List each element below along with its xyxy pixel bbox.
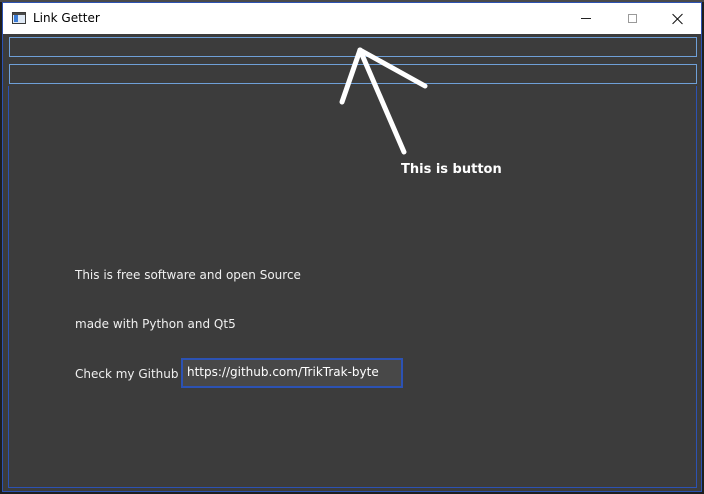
free-software-label: This is free software and open Source bbox=[75, 268, 301, 282]
maximize-button[interactable] bbox=[609, 3, 655, 34]
made-with-label: made with Python and Qt5 bbox=[75, 317, 236, 331]
url-input[interactable] bbox=[9, 37, 697, 57]
annotation-label: This is button bbox=[401, 162, 502, 177]
maximize-icon bbox=[627, 14, 637, 23]
window-title: Link Getter bbox=[33, 11, 100, 25]
minimize-button[interactable] bbox=[563, 3, 609, 34]
close-icon bbox=[672, 13, 684, 25]
window-content: This is free software and open Source ma… bbox=[3, 34, 701, 491]
minimize-icon bbox=[581, 18, 591, 19]
app-window-icon bbox=[12, 12, 26, 24]
github-label: Check my Github : bbox=[75, 367, 187, 381]
github-link-field[interactable]: https://github.com/TrikTrak-byte bbox=[181, 358, 403, 388]
result-input[interactable] bbox=[9, 64, 697, 84]
close-button[interactable] bbox=[655, 3, 701, 34]
info-group-box: This is free software and open Source ma… bbox=[8, 86, 697, 488]
title-bar[interactable]: Link Getter bbox=[3, 3, 701, 34]
app-window: Link Getter This is free software and op… bbox=[2, 2, 702, 492]
